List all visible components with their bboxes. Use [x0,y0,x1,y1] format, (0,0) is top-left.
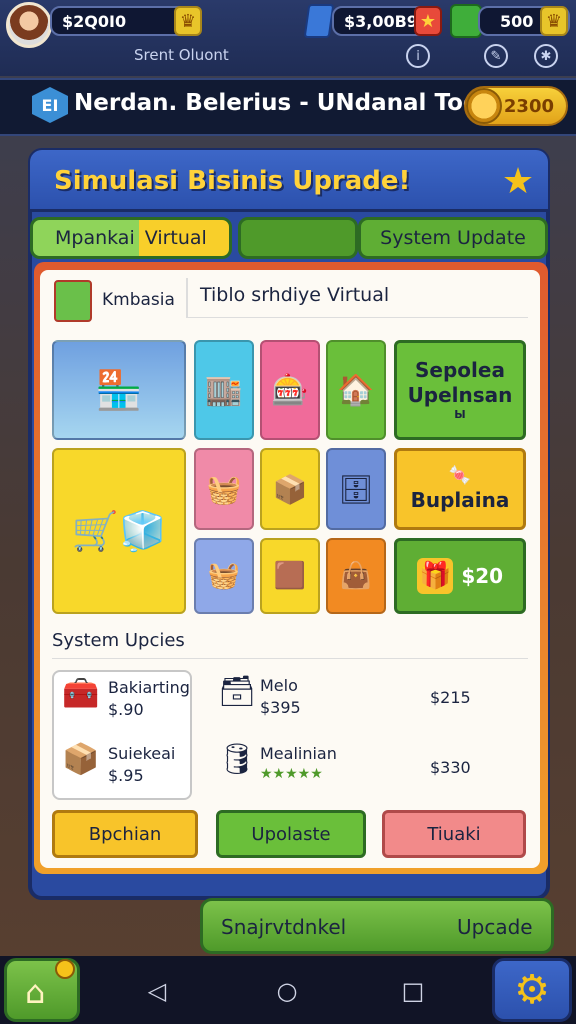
update-item-name: Suiekeai [108,744,176,763]
coins-add-button[interactable]: ♛ [174,6,202,36]
buy-button[interactable]: Bpchian [52,810,198,858]
tab-blank[interactable] [238,217,358,259]
item-tile-box[interactable]: 📦 [260,448,320,530]
item-tile-tray[interactable]: 🧺 [194,538,254,614]
register-icon: 🗄 [338,472,374,506]
cart-icon: 🛒 [71,508,119,553]
star-icon: ★ [419,10,437,32]
favorite-star-icon[interactable]: ★ [498,162,538,202]
section-label: Kmbasia [102,290,175,310]
item-tile-shop[interactable]: 🏬 [194,340,254,440]
recents-icon[interactable]: □ [398,976,428,1006]
home-circle-icon[interactable]: ○ [272,976,302,1006]
back-icon[interactable]: ◁ [142,976,172,1006]
buy-button-label: Bpchian [88,823,162,845]
rating-stars: ★★★★★ [260,766,323,782]
home-icon: ⌂ [25,973,46,1011]
item-tile-bag[interactable]: 👜 [326,538,386,614]
item-tile-vending[interactable]: 🎰 [260,340,320,440]
update-item-price: $.95 [108,766,144,785]
home-button[interactable]: ⌂ [4,958,80,1022]
coin-icon [466,88,502,124]
bundle-tile[interactable]: 🍬 Buplaina [394,448,526,530]
gems-add-button[interactable]: ★ [414,6,442,36]
bag-icon: 👜 [339,561,373,591]
update-item-name: Melo [260,676,298,695]
item-tile-store[interactable]: 🏠 [326,340,386,440]
item-tile-register[interactable]: 🗄 [326,448,386,530]
storefront-icon: 🏪 [95,367,143,412]
candy-icon: 🍬 [448,465,472,487]
cancel-button[interactable]: Tiuaki [382,810,526,858]
item-tile-basket[interactable]: 🧺 [194,448,254,530]
basket-icon: 🧺 [206,472,242,506]
printer-icon: 🧰 [62,676,100,711]
update-item-price: $.90 [108,700,144,719]
energy-add-button[interactable]: ♛ [540,6,568,36]
coins-value: $2Q0I0 [62,11,127,31]
update-item-price: $215 [430,688,471,707]
barrel-icon: 🛢 [218,742,257,777]
cancel-button-label: Tiuaki [427,823,481,845]
notification-coin-icon [55,959,75,979]
box-icon: 📦 [272,472,308,506]
gem-icon [303,4,335,38]
tab-mpankai-virtual[interactable]: Mpankai Virtual [30,217,232,259]
upgrade-tile-line3: Ы [454,408,466,422]
crown-icon: ♛ [545,10,563,32]
tab-label-2: Virtual [144,227,207,249]
update-item-name: Mealinian [260,744,337,763]
settings-button[interactable]: ⚙ [492,958,572,1022]
shop-storefront-tile[interactable]: 🏪 [52,340,186,440]
shop-box-icon [54,280,92,322]
equipment-tile[interactable]: 🛒 🧊 [52,448,186,614]
bottom-right-label: Upcade [457,915,533,939]
bottom-left-label: Snajrvtdnkel [221,915,347,939]
price-tile[interactable]: 🎁 $20 [394,538,526,614]
subtitle-text: Srent Oluont [134,46,229,64]
section-title: Tiblo srhdiye Virtual [200,284,390,306]
energy-value: 500 [500,11,534,31]
info-icon[interactable]: i [406,44,430,68]
bundle-label: Buplaina [410,487,510,512]
building-icon: 🏬 [205,372,243,408]
panel-title: Simulasi Bisinis Uprade! [54,166,411,196]
tab-system-update[interactable]: System Update [358,217,548,259]
wallet-icon: 🎁 [416,557,454,595]
tab-label-1: Mpankai [55,227,135,249]
settings-icon[interactable]: ✱ [534,44,558,68]
fridge-icon: 🧊 [119,508,167,553]
updates-divider [52,658,528,659]
box-icon: 📦 [62,742,100,777]
update-item-name: Bakiarting [108,678,190,697]
gear-icon: ⚙ [514,967,550,1013]
player-avatar[interactable] [6,2,52,48]
update-item-price: $330 [430,758,471,777]
updates-header: System Upcies [52,630,185,651]
upgrade-button[interactable]: Upolaste [216,810,366,858]
price-tile-value: $20 [461,563,504,588]
coin-balance-value: 2300 [503,95,554,117]
nav-title: Nerdan. Belerius - UNdanal Todan [74,90,512,116]
upgrade-button-label: Upolaste [251,823,331,845]
tab-label-3: System Update [380,227,526,249]
item-tile-crate[interactable]: 🟫 [260,538,320,614]
upgrade-tile[interactable]: Sepolea Upelnsan Ы [394,340,526,440]
upgrade-tile-line2: Upelnsan [407,383,513,408]
tray-icon: 🧺 [207,561,241,591]
edit-icon[interactable]: ✎ [484,44,508,68]
crown-icon: ♛ [179,10,197,32]
bottom-upgrade-bar[interactable]: Snajrvtdnkel Upcade [200,898,554,954]
subtitle-bar: Srent Oluont i ✎ ✱ [0,44,576,70]
logo-text: EI [41,95,59,115]
upgrade-tile-line1: Sepolea [415,358,505,383]
crate-icon: 🟫 [273,561,307,591]
shop-icon: 🏠 [337,372,375,408]
update-item-price: $395 [260,698,301,717]
gems-value: $3,00B9 [344,11,418,31]
cabinet-icon: 🗃 [218,674,257,709]
vending-icon: 🎰 [271,372,309,408]
